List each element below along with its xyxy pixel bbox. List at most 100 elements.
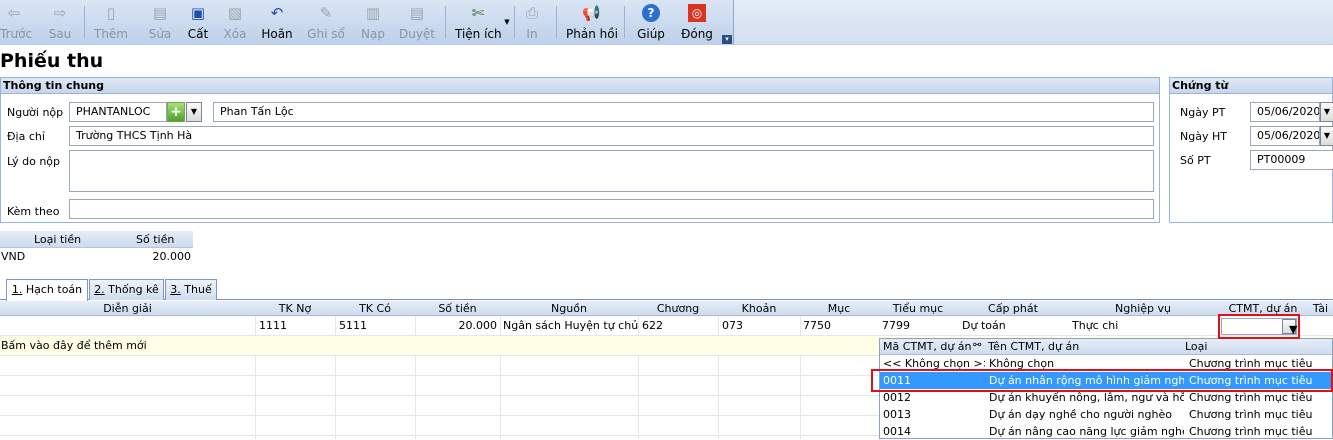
add-button[interactable]: ▯ Thêm xyxy=(93,2,129,42)
delete-icon: ▧ xyxy=(227,4,243,22)
date-pt-picker-button[interactable]: ▼ xyxy=(1320,102,1333,122)
col-debit-account[interactable]: TK Nợ xyxy=(255,302,335,315)
chevron-down-icon: ▼ xyxy=(190,107,198,116)
undo-icon: ↶ xyxy=(270,4,284,22)
add-payer-button[interactable]: + xyxy=(167,102,185,122)
help-icon: ? xyxy=(642,4,660,22)
payer-dropdown-button[interactable]: ▼ xyxy=(186,102,202,122)
col-description[interactable]: Diễn giải xyxy=(0,302,255,315)
separator xyxy=(556,6,557,38)
col-item[interactable]: Mục xyxy=(800,302,878,315)
utilities-button[interactable]: ✄ Tiện ích xyxy=(455,2,502,42)
edit-doc-icon: ▤ xyxy=(152,4,168,22)
toolbar: ⇦ Trước ⇨ Sau ▯ Thêm ▤ Sửa ▣ Cất ▧ Xóa ↶… xyxy=(0,0,1333,45)
voucher-number-input[interactable]: PT00009 xyxy=(1250,150,1333,170)
payer-label: Người nộp xyxy=(7,106,64,119)
help-button[interactable]: ? Giúp xyxy=(636,2,666,42)
add-doc-icon: ▯ xyxy=(106,4,116,22)
operation-cell[interactable]: Thực chi xyxy=(1072,319,1118,332)
payer-code-input[interactable]: PHANTANLOC xyxy=(69,102,167,122)
date-ht-input[interactable]: 05/06/2020 xyxy=(1250,126,1320,146)
dropdown-header: Mã CTMT, dự án ⚯ Tên CTMT, dự án Loại xyxy=(880,339,1332,355)
page-title: Phiếu thu xyxy=(0,50,104,72)
currency-type-header: Loại tiền xyxy=(34,233,82,246)
undo-button[interactable]: ↶ Hoãn xyxy=(260,2,294,42)
date-ht-picker-button[interactable]: ▼ xyxy=(1320,126,1333,146)
reason-label: Lý do nộp xyxy=(7,155,61,168)
chevron-down-icon: ▼ xyxy=(504,18,510,26)
plus-icon: + xyxy=(170,104,182,120)
arrow-left-icon: ⇦ xyxy=(7,4,21,22)
utilities-dropdown-arrow[interactable]: ▼ xyxy=(503,14,511,54)
save-button[interactable]: ▣ Cất xyxy=(185,2,211,42)
col-subitem[interactable]: Tiểu mục xyxy=(878,302,958,315)
dropdown-option[interactable]: 0013 Dự án dạy nghề cho người nghèo Chươ… xyxy=(880,406,1332,423)
tab-statistics[interactable]: 2. Thống kê xyxy=(89,279,164,300)
print-icon: ⎙ xyxy=(525,4,538,22)
print-button[interactable]: ⎙ In xyxy=(521,2,543,42)
currency-header: Loại tiền Số tiền xyxy=(0,231,193,248)
approve-button[interactable]: ▤ Duyệt xyxy=(398,2,436,42)
amount-cell[interactable]: 20.000 xyxy=(415,319,498,332)
delete-button[interactable]: ▧ Xóa xyxy=(221,2,249,42)
post-button[interactable]: ✎ Ghi sổ xyxy=(306,2,346,42)
separator xyxy=(624,6,625,38)
binoculars-icon[interactable]: ⚯ xyxy=(973,340,981,351)
col-chapter[interactable]: Chương xyxy=(638,302,718,315)
debit-account-cell[interactable]: 1111 xyxy=(259,319,287,332)
approve-icon: ▤ xyxy=(409,4,425,22)
feedback-button[interactable]: 📢 Phản hồi xyxy=(566,2,618,42)
dropdown-col-code[interactable]: Mã CTMT, dự án xyxy=(883,340,972,353)
subitem-cell[interactable]: 7799 xyxy=(882,319,910,332)
voucher-header: Chứng từ xyxy=(1170,78,1332,94)
separator xyxy=(84,6,85,38)
currency-table: Loại tiền Số tiền VND 20.000 xyxy=(0,231,193,265)
currency-amount-header: Số tiền xyxy=(136,233,175,246)
tab-accounting[interactable]: 1. Hạch toán xyxy=(6,279,88,301)
tab-tax[interactable]: 3. Thuế xyxy=(165,279,217,300)
date-pt-label: Ngày PT xyxy=(1180,106,1226,119)
reload-icon: ▥ xyxy=(365,4,381,22)
col-credit-account[interactable]: TK Có xyxy=(335,302,415,315)
chevron-down-icon: ▼ xyxy=(1323,107,1331,116)
general-info-group: Thông tin chung Người nộp PHANTANLOC + ▼… xyxy=(0,77,1160,223)
attach-input[interactable] xyxy=(69,199,1154,219)
payer-name-input[interactable]: Phan Tấn Lộc xyxy=(213,102,1154,122)
toolbar-options-button[interactable]: ▾ xyxy=(722,35,732,44)
credit-account-cell[interactable]: 5111 xyxy=(339,319,367,332)
dropdown-col-name[interactable]: Tên CTMT, dự án xyxy=(988,340,1079,353)
reload-button[interactable]: ▥ Nạp xyxy=(358,2,388,42)
number-label: Số PT xyxy=(1180,154,1211,167)
edit-button[interactable]: ▤ Sửa xyxy=(145,2,175,42)
toolbar-strip: ⇦ Trước ⇨ Sau ▯ Thêm ▤ Sửa ▣ Cất ▧ Xóa ↶… xyxy=(0,0,734,45)
highlight-box-selected-option xyxy=(871,369,1333,392)
col-operation[interactable]: Nghiệp vụ xyxy=(1068,302,1218,315)
separator xyxy=(514,6,515,38)
col-section[interactable]: Khoản xyxy=(718,302,800,315)
reason-input[interactable] xyxy=(69,150,1154,192)
allocation-cell[interactable]: Dự toán xyxy=(962,319,1006,332)
item-cell[interactable]: 7750 xyxy=(803,319,831,332)
tools-icon: ✄ xyxy=(471,4,485,22)
currency-row[interactable]: VND 20.000 xyxy=(0,248,193,265)
table-row[interactable]: 1111 5111 20.000 Ngân sách Huyện tự chủ … xyxy=(0,316,1333,336)
currency-amount-cell: 20.000 xyxy=(152,250,192,263)
dropdown-option[interactable]: 0014 Dự án nâng cao năng lực giảm nghèo … xyxy=(880,423,1332,440)
col-source[interactable]: Nguồn xyxy=(500,302,638,315)
general-info-header: Thông tin chung xyxy=(1,78,1159,94)
col-more[interactable]: Tài xyxy=(1308,302,1333,315)
date-pt-input[interactable]: 05/06/2020 xyxy=(1250,102,1320,122)
col-amount[interactable]: Số tiền xyxy=(415,302,500,315)
close-button[interactable]: ◎ Đóng xyxy=(680,2,714,42)
next-button[interactable]: ⇨ Sau xyxy=(44,2,76,42)
col-allocation[interactable]: Cấp phát xyxy=(958,302,1068,315)
source-cell[interactable]: Ngân sách Huyện tự chủ xyxy=(503,319,638,332)
address-input[interactable]: Trường THCS Tịnh Hà xyxy=(69,126,1154,146)
previous-button[interactable]: ⇦ Trước xyxy=(0,2,32,42)
voucher-group: Chứng từ Ngày PT 05/06/2020 ▼ Ngày HT 05… xyxy=(1169,77,1333,223)
dropdown-col-type[interactable]: Loại xyxy=(1185,340,1207,353)
chapter-cell[interactable]: 622 xyxy=(642,319,663,332)
section-cell[interactable]: 073 xyxy=(722,319,743,332)
highlight-box-project-dropdown xyxy=(1218,314,1300,339)
arrow-right-icon: ⇨ xyxy=(53,4,67,22)
